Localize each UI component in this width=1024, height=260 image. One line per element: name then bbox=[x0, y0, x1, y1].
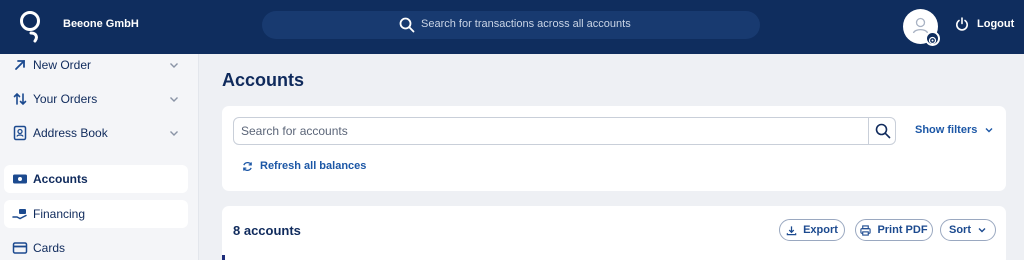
brand-logo-icon[interactable] bbox=[18, 9, 44, 43]
chevron-down-icon bbox=[978, 228, 986, 233]
printer-icon bbox=[860, 224, 872, 236]
sort-label: Sort bbox=[949, 224, 971, 236]
sidebar-item-address-book[interactable]: Address Book bbox=[4, 119, 188, 147]
sidebar-item-label: Your Orders bbox=[33, 92, 98, 106]
sidebar-item-cards[interactable]: Cards bbox=[4, 234, 188, 260]
sidebar-item-financing[interactable]: Financing bbox=[4, 200, 188, 228]
financing-icon bbox=[12, 209, 27, 220]
power-icon bbox=[956, 17, 968, 31]
sidebar-item-label: Cards bbox=[33, 241, 66, 255]
show-filters-label: Show filters bbox=[915, 124, 978, 136]
avatar[interactable] bbox=[903, 9, 940, 46]
accounts-icon bbox=[13, 174, 27, 184]
logout-button[interactable]: Logout bbox=[955, 17, 1014, 31]
logout-label: Logout bbox=[977, 18, 1015, 30]
sidebar-item-label: Address Book bbox=[33, 126, 108, 140]
refresh-icon bbox=[243, 161, 252, 171]
company-name: Beeone GmbH bbox=[63, 18, 139, 30]
sidebar-item-label: Financing bbox=[33, 207, 86, 221]
top-bar: Beeone GmbH Search for transactions acro… bbox=[0, 0, 1024, 54]
sidebar-item-accounts[interactable]: Accounts bbox=[4, 165, 188, 193]
refresh-balances-button[interactable]: Refresh all balances bbox=[242, 160, 366, 172]
sidebar-item-your-orders[interactable]: Your Orders bbox=[4, 85, 188, 113]
swap-vertical-icon bbox=[13, 92, 27, 106]
sidebar-item-label: Accounts bbox=[33, 172, 88, 186]
settings-badge[interactable] bbox=[925, 31, 940, 46]
selected-row-indicator bbox=[222, 255, 225, 260]
arrow-up-right-icon bbox=[15, 60, 25, 70]
export-button[interactable]: Export bbox=[779, 219, 845, 241]
accounts-count: 8 accounts bbox=[233, 223, 301, 238]
sidebar: New Order Your Orders Address Book Accou… bbox=[0, 54, 199, 260]
accounts-search-field bbox=[233, 117, 896, 145]
accounts-search-card: Show filters Refresh all balances bbox=[222, 106, 1006, 191]
chevron-down-icon bbox=[170, 131, 178, 136]
chevron-down-icon bbox=[170, 97, 178, 102]
global-search-placeholder: Search for transactions across all accou… bbox=[421, 18, 631, 30]
search-icon bbox=[875, 123, 890, 139]
refresh-balances-label: Refresh all balances bbox=[260, 160, 367, 172]
export-label: Export bbox=[803, 224, 838, 236]
accounts-list-card: 8 accounts Export Print PDF Sort bbox=[222, 206, 1006, 260]
chevron-down-icon bbox=[170, 63, 178, 68]
global-search-input[interactable]: Search for transactions across all accou… bbox=[262, 11, 760, 39]
accounts-search-button[interactable] bbox=[868, 118, 896, 144]
chevron-down-icon bbox=[985, 128, 993, 133]
print-pdf-button[interactable]: Print PDF bbox=[855, 219, 933, 241]
address-book-icon bbox=[13, 125, 27, 141]
sort-button[interactable]: Sort bbox=[940, 219, 996, 241]
page-title: Accounts bbox=[222, 70, 305, 90]
print-pdf-label: Print PDF bbox=[877, 224, 928, 236]
show-filters-button[interactable]: Show filters bbox=[915, 124, 994, 136]
search-icon bbox=[399, 17, 415, 33]
download-icon bbox=[786, 225, 797, 235]
sidebar-item-new-order[interactable]: New Order bbox=[4, 51, 188, 79]
cards-icon bbox=[12, 242, 28, 254]
gear-icon bbox=[928, 36, 937, 45]
accounts-search-input[interactable] bbox=[234, 118, 868, 144]
sidebar-item-label: New Order bbox=[33, 58, 92, 72]
